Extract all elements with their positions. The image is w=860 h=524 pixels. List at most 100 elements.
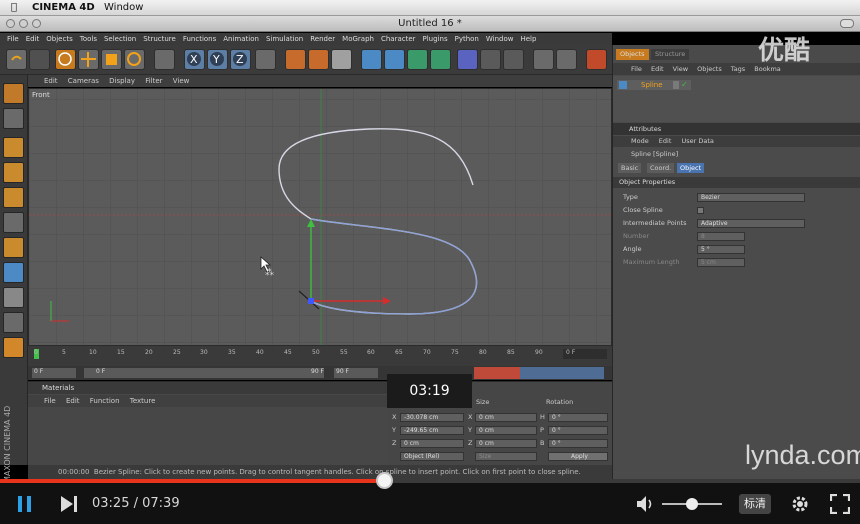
- fullscreen-icon[interactable]: [830, 494, 850, 514]
- menu-tools[interactable]: Tools: [80, 35, 97, 43]
- menu-functions[interactable]: Functions: [183, 35, 216, 43]
- spline-pen-icon[interactable]: [384, 49, 405, 70]
- visibility-toggle-icon[interactable]: [673, 81, 679, 89]
- grid-icon[interactable]: [556, 49, 577, 70]
- volume-slider[interactable]: [662, 498, 722, 510]
- deformer-icon[interactable]: [457, 49, 478, 70]
- light-icon[interactable]: [533, 49, 554, 70]
- array-icon[interactable]: [430, 49, 451, 70]
- objects-menu-objects[interactable]: Objects: [697, 65, 722, 73]
- minimize-window-button[interactable]: [19, 19, 28, 28]
- viewport-menu-view[interactable]: View: [173, 77, 190, 85]
- menu-objects[interactable]: Objects: [46, 35, 72, 43]
- scene-icon[interactable]: [480, 49, 501, 70]
- viewport-menu-cameras[interactable]: Cameras: [68, 77, 99, 85]
- position-x-field[interactable]: -30.078 cm: [400, 413, 464, 422]
- coordinate-system-icon[interactable]: [154, 49, 175, 70]
- preview-range-slider[interactable]: 0 F: [84, 368, 324, 378]
- rotation-p-field[interactable]: 0 °: [548, 426, 608, 435]
- use-object-mode-icon[interactable]: [3, 108, 24, 129]
- toolbar-toggle-button[interactable]: [840, 19, 854, 28]
- timeline-ruler[interactable]: 0 5 10 15 20 25 30 35 40 45 50 55 60 65 …: [28, 346, 612, 366]
- viewport-menu-display[interactable]: Display: [109, 77, 135, 85]
- settings-gear-icon[interactable]: [789, 493, 811, 515]
- angle-field[interactable]: 5 °: [697, 245, 745, 254]
- close-spline-checkbox[interactable]: [697, 207, 704, 214]
- tab-structure[interactable]: Structure: [651, 49, 690, 60]
- menu-plugins[interactable]: Plugins: [423, 35, 448, 43]
- objects-menu-tags[interactable]: Tags: [731, 65, 745, 73]
- type-dropdown[interactable]: Bezier: [697, 193, 805, 202]
- size-x-field[interactable]: 0 cm: [475, 413, 537, 422]
- attr-tab-coord[interactable]: Coord.: [647, 163, 675, 173]
- preview-max-field[interactable]: 90 F: [296, 368, 324, 378]
- materials-menu-function[interactable]: Function: [90, 397, 120, 405]
- redo-icon[interactable]: [29, 49, 50, 70]
- progress-bar[interactable]: [0, 472, 860, 489]
- tab-objects[interactable]: Objects: [616, 49, 649, 60]
- cube-icon[interactable]: [361, 49, 382, 70]
- sculpt-icon[interactable]: [3, 337, 24, 358]
- menu-animation[interactable]: Animation: [223, 35, 259, 43]
- object-row-spline[interactable]: Spline ✓: [617, 80, 691, 90]
- size-y-field[interactable]: 0 cm: [475, 426, 537, 435]
- object-name[interactable]: Spline: [641, 80, 663, 90]
- objects-menu-file[interactable]: File: [631, 65, 642, 73]
- axis-mode-icon[interactable]: [3, 262, 24, 283]
- checker-icon[interactable]: [3, 287, 24, 308]
- size-mode-select[interactable]: Size: [475, 452, 537, 461]
- volume-icon[interactable]: [635, 494, 657, 514]
- front-viewport[interactable]: ⁂ Front: [28, 88, 612, 346]
- start-frame-field[interactable]: 0 F: [32, 368, 76, 378]
- intermediate-points-dropdown[interactable]: Adaptive: [697, 219, 805, 228]
- use-model-mode-icon[interactable]: [3, 83, 24, 104]
- scale-icon[interactable]: [101, 49, 122, 70]
- attributes-menu-mode[interactable]: Mode: [631, 137, 649, 145]
- z-axis-lock-icon[interactable]: Z: [230, 49, 251, 70]
- volume-knob[interactable]: [686, 498, 698, 510]
- objects-menu-edit[interactable]: Edit: [651, 65, 664, 73]
- menu-simulation[interactable]: Simulation: [266, 35, 303, 43]
- live-selection-icon[interactable]: [55, 49, 76, 70]
- menu-help[interactable]: Help: [520, 35, 536, 43]
- menu-selection[interactable]: Selection: [104, 35, 136, 43]
- viewport-canvas[interactable]: ⁂: [29, 89, 612, 346]
- close-window-button[interactable]: [6, 19, 15, 28]
- undo-icon[interactable]: [6, 49, 27, 70]
- snapping-icon[interactable]: [3, 312, 24, 333]
- render-view-icon[interactable]: [285, 49, 306, 70]
- workplane-icon[interactable]: [3, 237, 24, 258]
- quality-button[interactable]: 标清: [739, 494, 771, 514]
- pause-icon[interactable]: [16, 495, 34, 513]
- apple-icon[interactable]: : [11, 2, 17, 13]
- apply-button[interactable]: Apply: [548, 452, 608, 461]
- size-z-field[interactable]: 0 cm: [475, 439, 537, 448]
- rotation-h-field[interactable]: 0 °: [548, 413, 608, 422]
- end-frame-field[interactable]: 90 F: [334, 368, 378, 378]
- position-z-field[interactable]: 0 cm: [400, 439, 464, 448]
- attributes-menu-edit[interactable]: Edit: [659, 137, 672, 145]
- layout-icon[interactable]: [586, 49, 607, 70]
- menu-structure[interactable]: Structure: [143, 35, 176, 43]
- menu-file[interactable]: File: [7, 35, 19, 43]
- world-coordinates-icon[interactable]: [255, 49, 276, 70]
- coord-mode-select[interactable]: Object (Rel): [400, 452, 464, 461]
- materials-menu-texture[interactable]: Texture: [130, 397, 156, 405]
- attr-tab-basic[interactable]: Basic: [618, 163, 642, 173]
- rotation-b-field[interactable]: 0 °: [548, 439, 608, 448]
- menu-render[interactable]: Render: [310, 35, 335, 43]
- key-mode-icons[interactable]: [520, 367, 604, 379]
- y-axis-lock-icon[interactable]: Y: [207, 49, 228, 70]
- enabled-check-icon[interactable]: ✓: [681, 81, 689, 89]
- zoom-window-button[interactable]: [32, 19, 41, 28]
- progress-knob[interactable]: [376, 472, 394, 489]
- menu-window[interactable]: Window: [486, 35, 514, 43]
- next-icon[interactable]: [59, 495, 79, 513]
- menu-mograph[interactable]: MoGraph: [342, 35, 374, 43]
- render-picture-viewer-icon[interactable]: [308, 49, 329, 70]
- move-icon[interactable]: [78, 49, 99, 70]
- attributes-menu-userdata[interactable]: User Data: [681, 137, 713, 145]
- x-axis-lock-icon[interactable]: X: [184, 49, 205, 70]
- objects-menu-view[interactable]: View: [673, 65, 688, 73]
- max-length-field[interactable]: 5 cm: [697, 258, 745, 267]
